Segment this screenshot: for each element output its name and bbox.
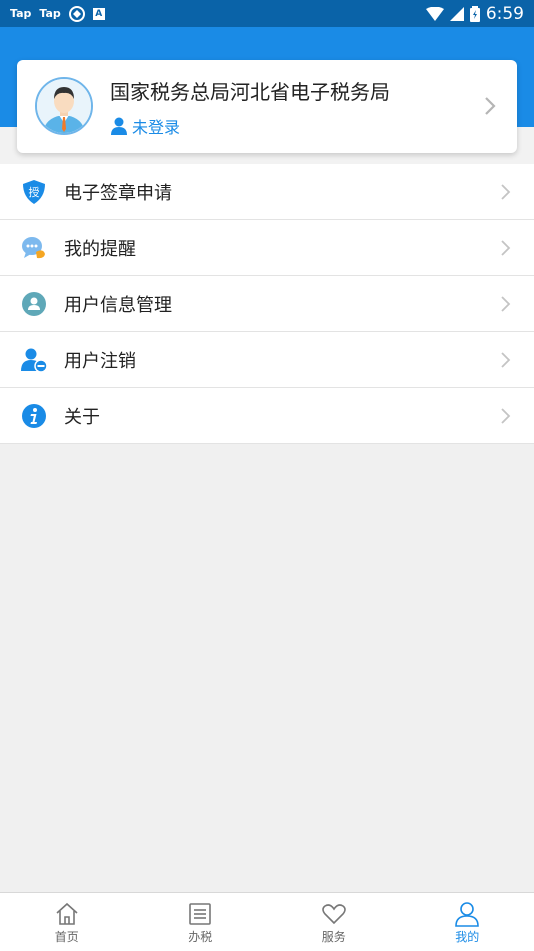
login-status-label: 未登录 bbox=[132, 114, 180, 138]
chevron-right-icon bbox=[500, 295, 512, 313]
nav-item-mine[interactable]: 我的 bbox=[401, 893, 534, 951]
status-app-label-1: Tap bbox=[10, 7, 31, 20]
info-icon bbox=[21, 403, 47, 429]
org-name: 国家税务总局河北省电子税务局 bbox=[110, 76, 390, 105]
status-bar-right: 6:59 bbox=[426, 4, 524, 24]
nav-item-service[interactable]: 服务 bbox=[267, 893, 401, 951]
nav-item-label: 首页 bbox=[55, 928, 79, 945]
nav-item-tax[interactable]: 办税 bbox=[134, 893, 268, 951]
shield-icon: 授 bbox=[21, 179, 47, 205]
menu-item-reminders[interactable]: 我的提醒 bbox=[0, 220, 534, 276]
avatar[interactable] bbox=[35, 77, 93, 135]
nav-item-label: 我的 bbox=[455, 928, 479, 945]
user-remove-icon bbox=[21, 347, 47, 373]
chevron-right-icon bbox=[500, 239, 512, 257]
menu-list: 授 电子签章申请 我的提醒 用户信息管理 bbox=[0, 164, 534, 444]
chevron-right-icon bbox=[500, 183, 512, 201]
chevron-right-icon bbox=[500, 407, 512, 425]
chevron-right-icon bbox=[500, 351, 512, 369]
menu-item-label: 电子签章申请 bbox=[64, 179, 172, 205]
home-icon bbox=[54, 901, 80, 927]
nav-item-label: 办税 bbox=[188, 928, 212, 945]
menu-item-about[interactable]: 关于 bbox=[0, 388, 534, 444]
battery-icon bbox=[470, 6, 480, 22]
user-circle-icon bbox=[21, 291, 47, 317]
person-icon bbox=[454, 901, 480, 927]
menu-item-label: 我的提醒 bbox=[64, 235, 136, 261]
status-box-icon: A bbox=[93, 8, 105, 20]
login-status[interactable]: 未登录 bbox=[110, 114, 180, 138]
menu-item-e-signature[interactable]: 授 电子签章申请 bbox=[0, 164, 534, 220]
wifi-icon bbox=[426, 7, 444, 21]
avatar-person-icon bbox=[37, 79, 91, 133]
nav-item-home[interactable]: 首页 bbox=[0, 893, 134, 951]
bottom-nav: 首页 办税 服务 我的 bbox=[0, 892, 534, 951]
menu-item-label: 用户注销 bbox=[64, 347, 136, 373]
signal-icon bbox=[450, 7, 464, 21]
menu-item-label: 用户信息管理 bbox=[64, 291, 172, 317]
list-icon bbox=[187, 901, 213, 927]
status-bar: Tap Tap A 6:59 bbox=[0, 0, 534, 27]
sync-icon bbox=[69, 6, 85, 22]
menu-item-user-info[interactable]: 用户信息管理 bbox=[0, 276, 534, 332]
menu-item-deregister[interactable]: 用户注销 bbox=[0, 332, 534, 388]
svg-text:授: 授 bbox=[29, 185, 40, 199]
chat-bubble-icon bbox=[21, 235, 47, 261]
status-bar-left: Tap Tap A bbox=[10, 6, 105, 22]
status-time: 6:59 bbox=[486, 4, 524, 24]
status-app-label-2: Tap bbox=[39, 7, 60, 20]
menu-item-label: 关于 bbox=[64, 403, 100, 429]
user-icon bbox=[110, 117, 128, 135]
profile-card[interactable]: 国家税务总局河北省电子税务局 未登录 bbox=[17, 60, 517, 153]
chevron-right-icon bbox=[481, 94, 499, 118]
nav-item-label: 服务 bbox=[322, 928, 346, 945]
heart-icon bbox=[321, 901, 347, 927]
